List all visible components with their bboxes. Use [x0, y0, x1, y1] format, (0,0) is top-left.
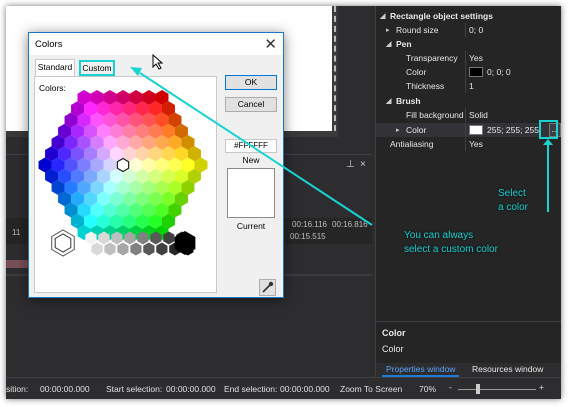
prop-transparency[interactable]: Transparency Yes — [376, 51, 561, 65]
tab-properties-window[interactable]: Properties window — [382, 363, 460, 377]
color-swatch — [469, 125, 483, 135]
properties-panel: ◢ Rectangle object settings ▸ Round size… — [375, 6, 561, 377]
prop-label: Color — [406, 125, 427, 135]
prop-label: Transparency — [406, 53, 458, 63]
prop-value[interactable]: Solid — [469, 110, 488, 120]
zoom-slider[interactable] — [458, 389, 536, 390]
eyedropper-button[interactable] — [259, 279, 276, 296]
zoom-out-button[interactable]: - — [449, 382, 452, 392]
status-bar: sition: 00:00:00.000 Start selection: 00… — [6, 377, 561, 399]
start-selection-value: 00:00:00.000 — [166, 384, 216, 394]
color-preview — [227, 168, 275, 218]
position-label: sition: — [6, 384, 29, 394]
prop-label: Brush — [396, 96, 421, 106]
zoom-in-button[interactable]: + — [539, 382, 544, 392]
ok-button[interactable]: OK — [225, 75, 277, 90]
ruler-tick: 00:16.116 — [292, 220, 327, 229]
group-title: Rectangle object settings — [390, 11, 493, 21]
position-value: 00:00:00.000 — [40, 384, 90, 394]
canvas-edge — [334, 6, 337, 131]
prop-antialiasing[interactable]: Antialiasing Yes — [376, 137, 561, 151]
ruler-tick: 11 — [12, 228, 21, 237]
zoom-level: 70% — [419, 384, 437, 394]
eyedropper-icon — [262, 281, 274, 293]
ruler-tick: 00:15.515 — [290, 232, 326, 241]
prop-label: Color — [406, 67, 427, 77]
prop-value[interactable]: 0; 0 — [469, 25, 483, 35]
end-selection-value: 00:00:00.000 — [280, 384, 330, 394]
prop-group-brush[interactable]: ◢ Brush — [376, 94, 561, 108]
prop-label: Fill background — [406, 110, 464, 120]
callout-custom-1: You can always — [404, 230, 474, 241]
start-selection-label: Start selection: — [106, 384, 163, 394]
description-title: Color — [382, 328, 406, 338]
expand-icon[interactable]: ▸ — [386, 26, 390, 34]
prop-brush-color[interactable]: ▸ Color 255; 255; 255 ... — [376, 123, 561, 137]
palette-swatch[interactable] — [130, 242, 142, 256]
close-icon[interactable]: ✕ — [264, 35, 277, 53]
prop-fill-background[interactable]: Fill background Solid — [376, 108, 561, 122]
colors-dialog: Colors ✕ Standard Custom Colors: OK Canc… — [28, 32, 284, 298]
palette-swatch[interactable] — [143, 242, 155, 256]
expand-icon[interactable]: ▸ — [396, 126, 400, 134]
ruler-tick: 00:16.816 — [332, 220, 368, 229]
tab-custom[interactable]: Custom — [79, 60, 115, 76]
color-swatch — [469, 67, 483, 77]
prop-value[interactable]: Yes — [469, 53, 483, 63]
prop-value[interactable]: Yes — [469, 139, 483, 149]
pin-icon[interactable]: ⊥ — [346, 159, 355, 170]
collapse-icon[interactable]: ◢ — [380, 12, 385, 20]
end-selection-label: End selection: — [224, 384, 278, 394]
prop-value: 0; 0; 0 — [487, 67, 511, 77]
prop-group-pen[interactable]: ◢ Pen — [376, 37, 561, 51]
prop-value: 255; 255; 255 — [487, 125, 539, 135]
dialog-body: Standard Custom Colors: OK Cancel #FFFFF… — [29, 55, 283, 297]
prop-thickness[interactable]: Thickness 1 — [376, 79, 561, 93]
close-timeline-icon[interactable]: × — [360, 159, 366, 170]
prop-label: Round size — [396, 25, 439, 35]
prop-label: Antialiasing — [390, 139, 434, 149]
palette-swatch[interactable] — [91, 242, 103, 256]
group-header[interactable]: ◢ Rectangle object settings — [376, 9, 561, 23]
palette-swatch[interactable] — [156, 242, 168, 256]
tab-standard[interactable]: Standard — [35, 59, 75, 76]
property-description: Color Color — [376, 321, 561, 363]
color-hexagon-palette[interactable] — [35, 77, 218, 294]
description-text: Color — [382, 344, 404, 354]
color-picker-button[interactable]: ... — [549, 123, 561, 137]
zoom-to-screen-button[interactable]: Zoom To Screen — [340, 384, 402, 394]
zoom-slider-thumb[interactable] — [476, 384, 480, 394]
prop-value[interactable]: 1 — [469, 81, 474, 91]
callout-custom-2: select a custom color — [404, 244, 498, 255]
callout-select-1: Select — [498, 188, 526, 199]
prop-label: Thickness — [406, 81, 445, 91]
prop-label: Pen — [396, 39, 412, 49]
cancel-button[interactable]: Cancel — [225, 97, 277, 112]
hex-value-field[interactable]: #FFFFFF — [225, 139, 277, 153]
current-color-label: Current — [236, 221, 266, 231]
callout-select-2: a color — [498, 202, 529, 213]
palette-swatch[interactable] — [104, 242, 116, 256]
collapse-icon[interactable]: ◢ — [386, 97, 391, 105]
standard-tab-pane: Colors: — [34, 76, 217, 293]
prop-pen-color[interactable]: Color 0; 0; 0 — [376, 65, 561, 79]
panel-tabs: Properties window Resources window — [376, 363, 561, 377]
collapse-icon[interactable]: ◢ — [386, 40, 391, 48]
tab-resources-window[interactable]: Resources window — [468, 363, 547, 377]
prop-round-size[interactable]: ▸ Round size 0; 0 — [376, 23, 561, 37]
palette-swatch[interactable] — [117, 242, 129, 256]
dialog-title: Colors — [35, 39, 63, 50]
new-color-label: New — [242, 155, 260, 165]
mouse-cursor-icon — [152, 54, 164, 70]
